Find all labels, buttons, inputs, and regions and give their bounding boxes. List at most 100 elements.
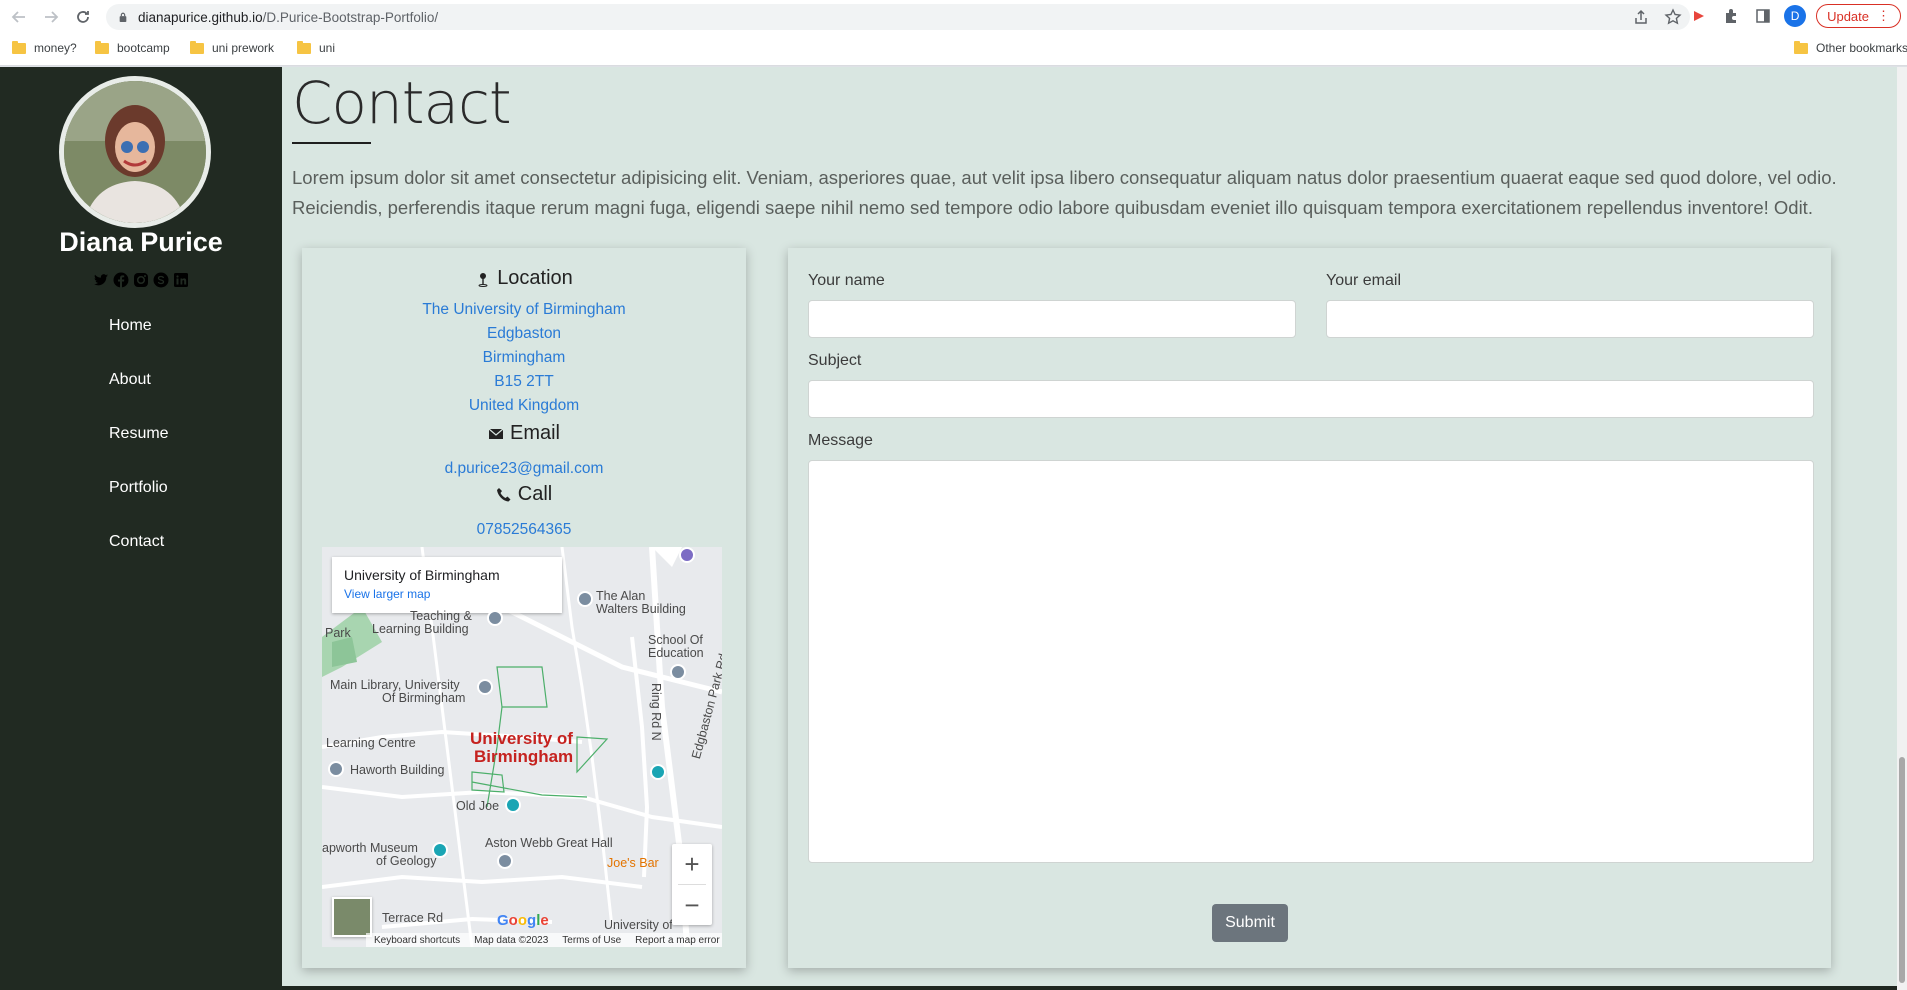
bookmark-folder[interactable]: bootcamp (95, 40, 170, 55)
title-underline (292, 142, 371, 144)
embedded-map[interactable]: University of Birmingham View larger map… (322, 547, 722, 947)
museum-pin-icon[interactable] (432, 842, 448, 858)
star-icon[interactable] (1664, 8, 1682, 26)
address-line[interactable]: B15 2TT (302, 373, 746, 391)
arrow-left-icon (11, 11, 25, 23)
contact-section: Contact Lorem ipsum dolor sit amet conse… (282, 67, 1907, 990)
address-line[interactable]: The University of Birmingham (302, 301, 746, 319)
map-label: Park (325, 626, 351, 640)
map-footer: Keyboard shortcuts Map data ©2023 Terms … (366, 933, 722, 947)
education-pin-icon[interactable] (497, 853, 513, 869)
bookmark-folder[interactable]: money? (12, 40, 77, 55)
social-links (0, 272, 282, 288)
map-label: University of (470, 729, 573, 748)
landmark-pin-icon[interactable] (505, 797, 521, 813)
nav-resume[interactable]: Resume (109, 425, 169, 443)
address-line[interactable]: Birmingham (302, 349, 746, 367)
zoom-out-button[interactable]: − (672, 885, 712, 925)
email-link[interactable]: d.purice23@gmail.com (302, 460, 746, 478)
puzzle-icon[interactable] (1720, 5, 1742, 27)
side-panel-icon[interactable] (1752, 5, 1774, 27)
subject-input[interactable] (808, 380, 1814, 418)
nav-home[interactable]: Home (109, 317, 152, 335)
map-label: Birmingham (474, 747, 574, 766)
education-pin-icon[interactable] (670, 664, 686, 680)
name-input[interactable] (808, 300, 1296, 338)
email-input[interactable] (1326, 300, 1814, 338)
call-heading: Call (302, 483, 746, 506)
profile-photo (59, 76, 211, 228)
nav-contact[interactable]: Contact (109, 533, 164, 551)
map-label: Learning Centre (326, 736, 416, 750)
map-label: Learning Building (372, 622, 469, 636)
other-bookmarks[interactable]: Other bookmarks (1794, 40, 1907, 55)
folder-icon (12, 40, 26, 54)
nav-portfolio[interactable]: Portfolio (109, 479, 168, 497)
map-label: Haworth Building (350, 763, 445, 777)
folder-icon (95, 40, 109, 54)
location-heading: Location (302, 267, 746, 290)
education-pin-icon[interactable] (328, 761, 344, 777)
library-pin-icon[interactable] (477, 679, 493, 695)
map-label: Ring Rd N (649, 683, 663, 741)
google-logo: Google (497, 912, 549, 929)
share-icon[interactable] (1632, 8, 1650, 26)
address-line[interactable]: Edgbaston (302, 325, 746, 343)
subject-label: Subject (808, 352, 862, 369)
folder-icon (1794, 40, 1808, 54)
terms-link[interactable]: Terms of Use (562, 935, 621, 946)
more-vert-icon: ⋮ (1877, 8, 1890, 23)
twitter-icon[interactable] (93, 272, 109, 288)
bookmark-folder[interactable]: uni prework (190, 40, 274, 55)
email-heading: Email (302, 422, 746, 445)
submit-button[interactable]: Submit (1212, 904, 1288, 942)
intro-paragraph: Lorem ipsum dolor sit amet consectetur a… (292, 167, 1837, 218)
contact-form-card: Your name Your email Subject Message Sub… (788, 248, 1831, 968)
attraction-pin-icon[interactable] (650, 764, 666, 780)
reload-icon (77, 11, 89, 23)
map-label: University of (604, 918, 673, 932)
skype-icon[interactable] (153, 272, 169, 288)
instagram-icon[interactable] (133, 272, 149, 288)
report-error-link[interactable]: Report a map error (635, 935, 719, 946)
lock-icon (119, 12, 127, 22)
page-scrollbar[interactable] (1897, 67, 1907, 990)
facebook-icon[interactable] (113, 272, 129, 288)
address-line[interactable]: United Kingdom (302, 397, 746, 415)
profile-avatar[interactable]: D (1784, 5, 1807, 27)
folder-icon (297, 40, 311, 54)
footer-strip (282, 986, 1897, 990)
message-label: Message (808, 432, 873, 449)
message-textarea[interactable] (808, 460, 1814, 863)
education-pin-icon[interactable] (577, 591, 593, 607)
update-button[interactable]: Update ⋮ (1816, 4, 1901, 28)
keyboard-shortcuts-link[interactable]: Keyboard shortcuts (374, 935, 460, 946)
satellite-toggle[interactable] (332, 897, 372, 937)
map-info-box: University of Birmingham View larger map (332, 557, 562, 613)
nav-about[interactable]: About (109, 371, 151, 389)
back-button[interactable] (6, 4, 32, 30)
phone-icon (496, 487, 511, 501)
phone-link[interactable]: 07852564365 (302, 521, 746, 539)
bookmark-folder[interactable]: uni (297, 40, 335, 55)
name-label: Your name (808, 272, 885, 289)
contact-info-card: Location The University of Birmingham Ed… (302, 248, 746, 968)
folder-icon (190, 40, 204, 54)
arrow-right-icon (45, 11, 59, 23)
linkedin-icon[interactable] (173, 272, 189, 288)
map-pin-icon (478, 272, 488, 287)
map-label: Terrace Rd (382, 911, 444, 925)
scroll-thumb[interactable] (1899, 757, 1905, 983)
map-place-title: University of Birmingham (344, 567, 500, 583)
zoom-in-button[interactable]: + (672, 844, 712, 884)
map-label: Old Joe (456, 799, 500, 813)
reload-button[interactable] (70, 4, 96, 30)
envelope-icon (488, 428, 504, 439)
extension-red-icon[interactable] (1688, 5, 1710, 27)
forward-button[interactable] (38, 4, 64, 30)
education-pin-icon[interactable] (487, 610, 503, 626)
page: Diana Purice Home About Resume Portfolio… (0, 67, 1907, 990)
parking-pin-icon[interactable] (679, 547, 695, 563)
view-larger-map-link[interactable]: View larger map (344, 587, 550, 601)
address-bar[interactable]: dianapurice.github.io/D.Purice-Bootstrap… (106, 4, 1690, 30)
